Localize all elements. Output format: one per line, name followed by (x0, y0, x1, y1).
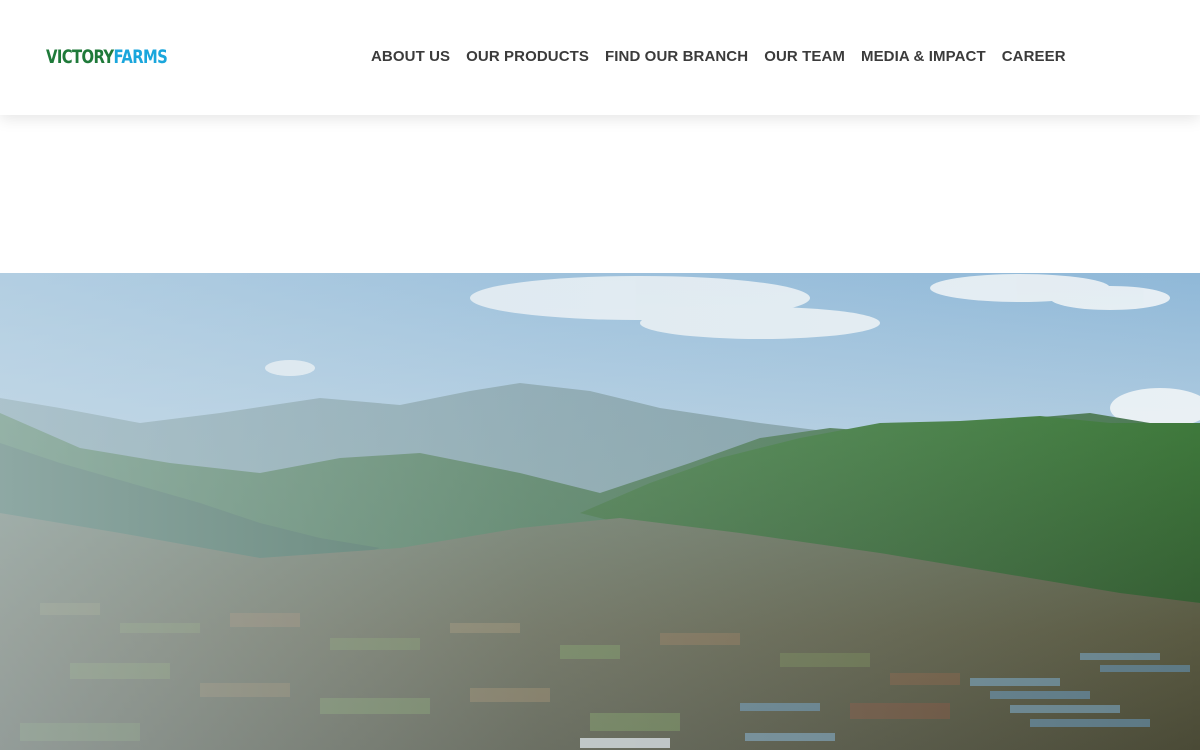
main-navigation: ABOUT US OUR PRODUCTS FIND OUR BRANCH OU… (363, 45, 1074, 69)
logo-wordmark: VICTORYFARMS (46, 46, 168, 68)
logo-victory-text: VICTORY (46, 46, 114, 68)
site-header: VICTORYFARMS ABOUT US OUR PRODUCTS FIND … (0, 0, 1200, 115)
nav-find-our-branch[interactable]: FIND OUR BRANCH (597, 45, 756, 69)
nav-our-products[interactable]: OUR PRODUCTS (458, 45, 597, 69)
nav-media-impact[interactable]: MEDIA & IMPACT (853, 45, 994, 69)
nav-career[interactable]: CAREER (994, 45, 1074, 69)
aerial-valley-image (0, 273, 1200, 750)
nav-our-team[interactable]: OUR TEAM (756, 45, 853, 69)
victory-farms-logo[interactable]: VICTORYFARMS (46, 36, 195, 78)
nav-about-us[interactable]: ABOUT US (363, 45, 458, 69)
hero-banner (0, 273, 1200, 750)
logo-farms-text: FARMS (113, 46, 168, 68)
